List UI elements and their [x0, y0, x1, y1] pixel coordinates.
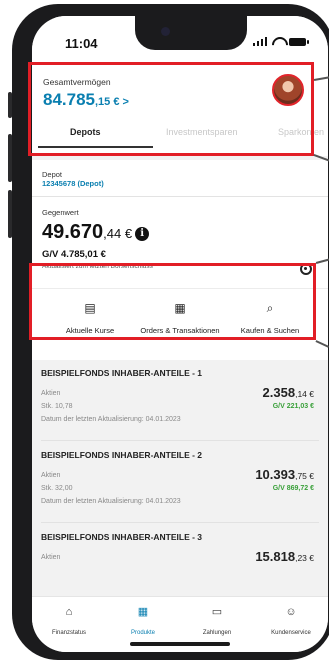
gegenwert-decimal: ,44 €: [103, 226, 133, 241]
tab-investmentsparen[interactable]: Investmentsparen: [166, 127, 238, 137]
fund-gain: G/V 869,72 €: [272, 485, 314, 492]
support-icon: ☺: [285, 606, 297, 618]
search-icon: ⌕: [266, 301, 274, 315]
quick-actions: ▤ Aktuelle Kurse ▦ Orders & Transaktione…: [32, 288, 328, 360]
gv-row: G/V 4.785,01 €: [42, 249, 106, 260]
gegenwert-label: Gegenwert: [42, 208, 79, 217]
fund-value-main: 2.358: [262, 385, 296, 400]
fund-value-main: 15.818: [255, 549, 296, 564]
screen: 11:04 Gesamtvermögen 84.785,15 € > Depot…: [32, 16, 328, 652]
nav-produkte[interactable]: ▦ Produkte: [106, 606, 180, 639]
action-orders-transaktionen[interactable]: ▦ Orders & Transaktionen: [140, 301, 220, 338]
payments-icon: ▭: [211, 606, 223, 618]
bank-icon: ⌂: [65, 606, 73, 618]
signal-icon: [252, 37, 267, 46]
product-tabs: Depots Investmentsparen Sparkonten: [32, 120, 328, 150]
chart-icon: ▤: [84, 301, 96, 315]
action-aktuelle-kurse[interactable]: ▤ Aktuelle Kurse: [50, 301, 130, 338]
nav-label: Produkte: [130, 630, 155, 636]
total-assets-value[interactable]: 84.785,15 € >: [43, 90, 129, 110]
tab-sparkonten[interactable]: Sparkonten: [278, 127, 324, 137]
divider: [32, 196, 328, 197]
fund-gain: G/V 221,03 €: [272, 403, 314, 410]
status-time: 11:04: [65, 36, 98, 51]
status-icons: [252, 37, 309, 46]
fund-value-main: 10.393: [255, 467, 296, 482]
fund-value: 15.818,23 €: [255, 549, 314, 564]
home-indicator: [130, 642, 230, 646]
orders-icon: ▦: [174, 301, 186, 315]
fund-type: Aktien: [41, 472, 61, 479]
fund-value-decimal: ,14 €: [295, 389, 314, 399]
fund-date: Datum der letzten Aktualisierung: 04.01.…: [41, 416, 181, 423]
products-icon: ▦: [137, 606, 149, 618]
fund-title: BEISPIELFONDS INHABER-ANTEILE - 3: [41, 532, 203, 542]
portfolio-header: Gesamtvermögen 84.785,15 € > Depots Inve…: [32, 66, 328, 156]
battery-icon: [289, 38, 309, 46]
fund-value-decimal: ,75 €: [295, 471, 314, 481]
gv-value: 4.785,01 €: [61, 249, 106, 260]
fund-list: BEISPIELFONDS INHABER-ANTEILE - 1 Aktien…: [32, 360, 328, 600]
list-item[interactable]: BEISPIELFONDS INHABER-ANTEILE - 2 Aktien…: [32, 442, 328, 534]
total-assets-main: 84.785: [43, 90, 95, 109]
camera-icon: [161, 27, 170, 36]
divider: [41, 522, 319, 523]
notch: [135, 16, 247, 50]
active-tab-indicator: [38, 146, 153, 148]
fund-type: Aktien: [41, 390, 61, 397]
mute-switch: [8, 92, 12, 118]
fund-title: BEISPIELFONDS INHABER-ANTEILE - 1: [41, 368, 203, 378]
updated-text: Aktualisiert zum letzten Börsenschluss: [42, 263, 153, 270]
phone-frame: 11:04 Gesamtvermögen 84.785,15 € > Depot…: [8, 4, 329, 660]
nav-finanzstatus[interactable]: ⌂ Finanzstatus: [32, 606, 106, 639]
action-label: Kaufen & Suchen: [240, 326, 300, 335]
info-icon[interactable]: i: [135, 227, 150, 241]
fund-quantity: Stk. 32,00: [41, 485, 73, 492]
wifi-icon: [272, 37, 284, 46]
fund-value-decimal: ,23 €: [295, 553, 314, 563]
refresh-icon[interactable]: [300, 263, 312, 275]
fund-quantity: Stk. 10,78: [41, 403, 73, 410]
nav-zahlungen[interactable]: ▭ Zahlungen: [180, 606, 254, 639]
nav-kundenservice[interactable]: ☺ Kundenservice: [254, 606, 328, 639]
fund-type: Aktien: [41, 554, 61, 561]
total-assets-decimal: ,15 € >: [95, 96, 129, 108]
fund-value: 10.393,75 €: [255, 467, 314, 482]
total-assets-label: Gesamtvermögen: [43, 77, 111, 87]
avatar[interactable]: [272, 74, 304, 106]
nav-label: Finanzstatus: [51, 630, 87, 636]
depot-summary: Depot 12345678 (Depot) Gegenwert 49.670,…: [32, 160, 328, 288]
fund-date: Datum der letzten Aktualisierung: 04.01.…: [41, 498, 181, 505]
gegenwert-main: 49.670: [42, 221, 104, 243]
divider: [41, 440, 319, 441]
volume-up-button: [8, 134, 12, 182]
nav-label: Zahlungen: [202, 630, 232, 636]
depot-number[interactable]: 12345678 (Depot): [42, 179, 104, 188]
volume-down-button: [8, 190, 12, 238]
action-label: Aktuelle Kurse: [65, 326, 115, 335]
gv-label: G/V: [42, 249, 59, 260]
fund-value: 2.358,14 €: [263, 385, 314, 400]
tab-depots[interactable]: Depots: [70, 127, 101, 137]
action-kaufen-suchen[interactable]: ⌕ Kaufen & Suchen: [230, 301, 310, 338]
gegenwert-value: 49.670,44 € i: [42, 221, 150, 244]
depot-label: Depot: [42, 170, 63, 179]
nav-label: Kundenservice: [271, 630, 311, 636]
action-label: Orders & Transaktionen: [140, 326, 220, 335]
list-item[interactable]: BEISPIELFONDS INHABER-ANTEILE - 1 Aktien…: [32, 360, 328, 452]
fund-title: BEISPIELFONDS INHABER-ANTEILE - 2: [41, 450, 203, 460]
